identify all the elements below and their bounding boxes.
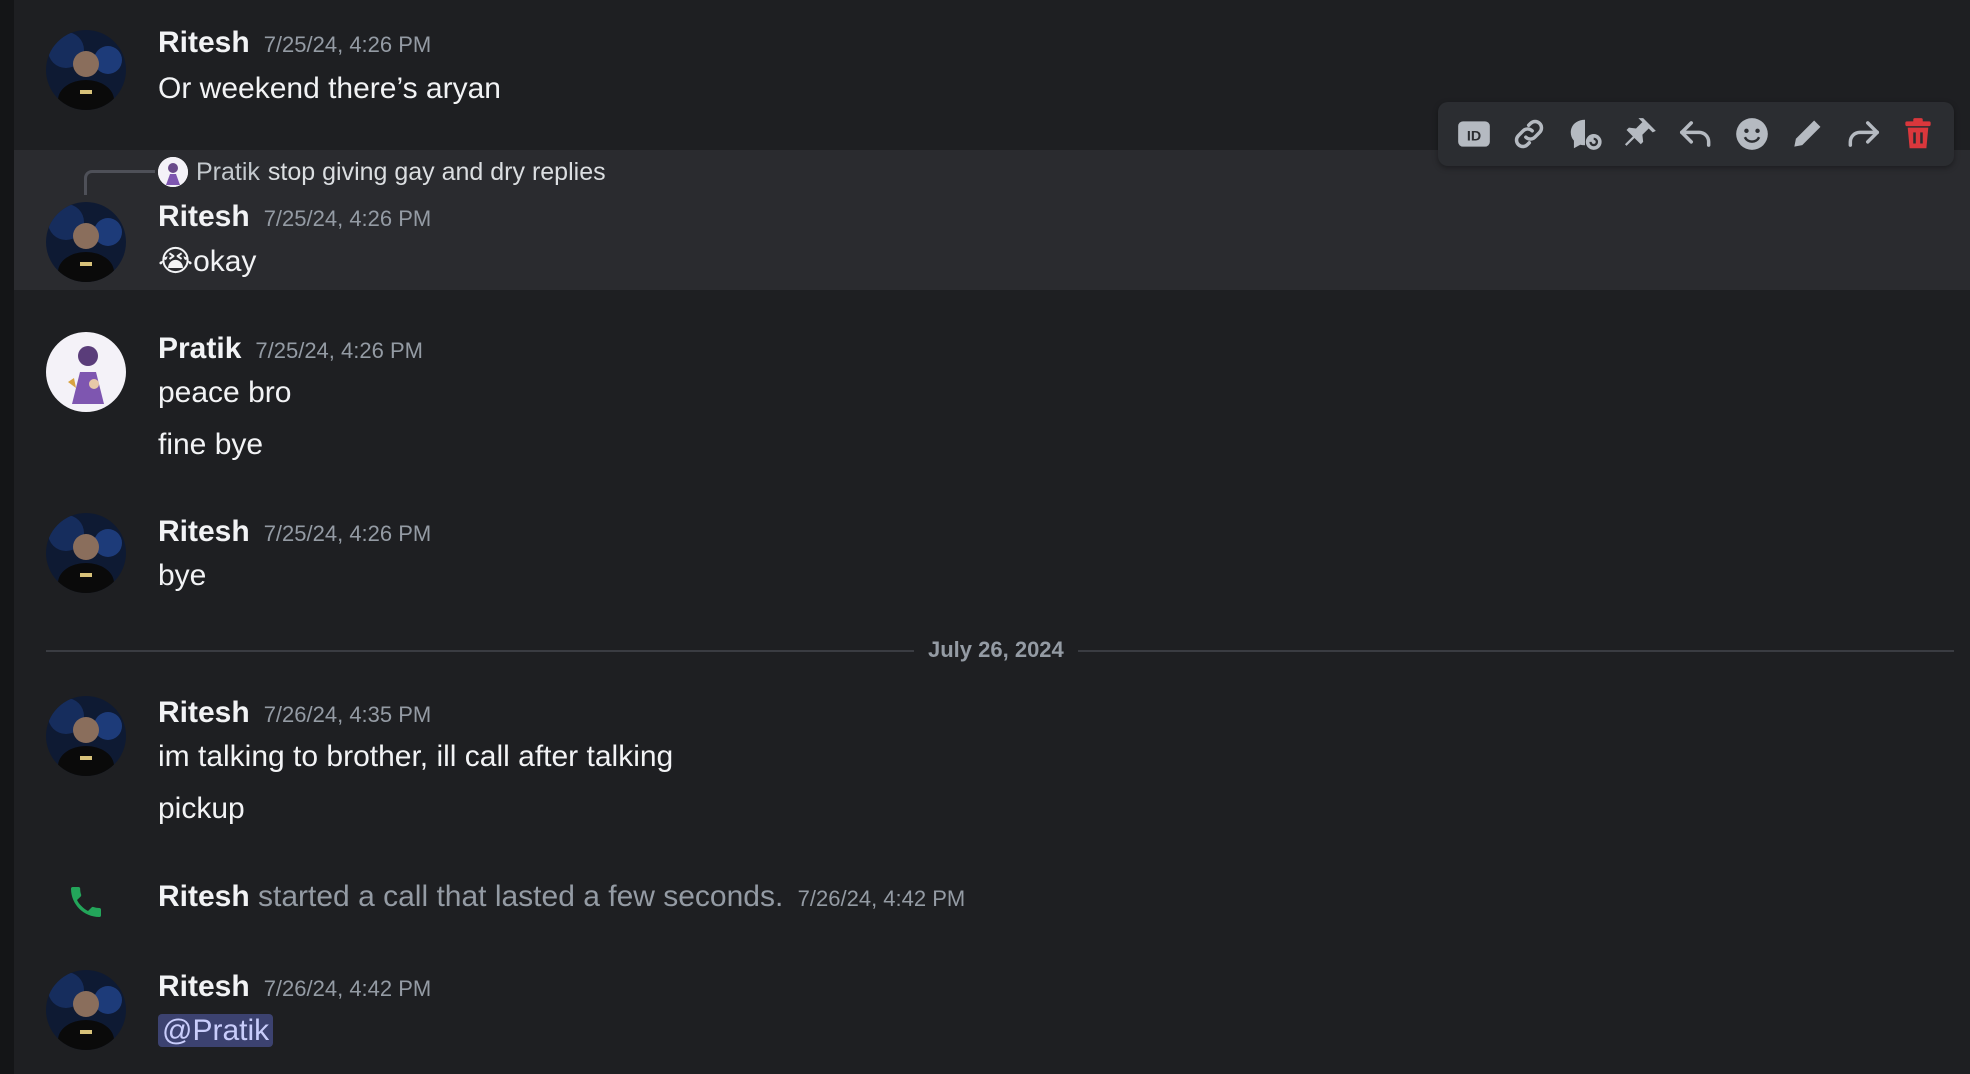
forward-button[interactable] — [1835, 106, 1891, 162]
message[interactable]: Ritesh 7/26/24, 4:42 PM @Pratik — [14, 962, 1970, 1072]
call-system-message[interactable]: Ritesh started a call that lasted a few … — [14, 870, 1970, 930]
svg-text:ID: ID — [1467, 128, 1481, 144]
pin-icon — [1625, 118, 1657, 146]
reply-connector — [84, 170, 155, 195]
delete-icon — [1905, 118, 1931, 149]
avatar-pratik[interactable] — [46, 332, 126, 412]
message-text: fine bye — [158, 428, 264, 461]
author-name[interactable]: Ritesh 7/25/24, 4:26 PM — [158, 515, 431, 549]
author-name[interactable]: Ritesh 7/26/24, 4:35 PM — [158, 696, 431, 730]
add-reaction-button[interactable] — [1724, 106, 1780, 162]
edit-button[interactable] — [1779, 106, 1835, 162]
message-text: pickup — [158, 792, 245, 825]
id-icon: ID — [1457, 121, 1490, 147]
message-text: bye — [158, 559, 207, 592]
avatar-ritesh[interactable] — [46, 30, 126, 110]
call-description: started a call that lasted a few seconds… — [258, 880, 784, 913]
thread-icon — [1570, 119, 1602, 150]
author-name[interactable]: Ritesh 7/25/24, 4:26 PM — [158, 26, 431, 60]
message-timestamp: 7/25/24, 4:26 PM — [263, 32, 432, 57]
delete-button[interactable] — [1891, 106, 1947, 162]
user-mention[interactable]: @Pratik — [158, 1014, 274, 1047]
copy-id-button[interactable]: ID — [1446, 106, 1502, 162]
crying-emoji: 😭 — [158, 245, 194, 278]
message-text: im talking to brother, ill call after ta… — [158, 740, 674, 773]
avatar-ritesh[interactable] — [46, 696, 126, 776]
reply-author[interactable]: Pratik — [196, 158, 260, 187]
message-list: Ritesh 7/25/24, 4:26 PM Or weekend there’… — [14, 0, 1970, 1074]
message-actions-toolbar: ID — [1438, 102, 1954, 166]
message-timestamp: 7/26/24, 4:35 PM — [263, 702, 432, 727]
author-name[interactable]: Pratik 7/25/24, 4:26 PM — [158, 332, 423, 366]
phone-icon — [66, 882, 106, 922]
reply-text: stop giving gay and dry replies — [267, 157, 606, 186]
reply-avatar-pratik — [158, 157, 188, 187]
link-icon — [1515, 119, 1544, 149]
avatar-ritesh[interactable] — [46, 513, 126, 593]
message-timestamp: 7/25/24, 4:26 PM — [263, 206, 432, 231]
call-timestamp: 7/26/24, 4:42 PM — [797, 886, 966, 911]
author-name[interactable]: Ritesh 7/25/24, 4:26 PM — [158, 200, 431, 234]
pin-message-button[interactable] — [1613, 106, 1669, 162]
author-name[interactable]: Ritesh 7/26/24, 4:42 PM — [158, 970, 431, 1004]
edit-icon — [1794, 120, 1821, 147]
message-hovered[interactable]: Pratik stop giving gay and dry replies R… — [14, 150, 1970, 290]
copy-link-button[interactable] — [1502, 106, 1558, 162]
avatar-ritesh[interactable] — [46, 970, 126, 1050]
message[interactable]: Ritesh 7/26/24, 4:35 PM im talking to bro… — [14, 688, 1970, 838]
message[interactable]: Pratik 7/25/24, 4:26 PM peace bro fine by… — [14, 320, 1970, 480]
message-text: Or weekend there’s aryan — [158, 72, 501, 105]
message-text: peace bro — [158, 376, 292, 409]
reply-icon — [1680, 121, 1711, 147]
forward-icon — [1848, 121, 1879, 147]
message[interactable]: Ritesh 7/25/24, 4:26 PM bye — [14, 505, 1970, 605]
create-thread-button[interactable] — [1557, 106, 1613, 162]
message-timestamp: 7/26/24, 4:42 PM — [263, 976, 432, 1001]
channel-left-edge — [0, 0, 14, 1074]
message-text: 😭okay — [158, 245, 257, 278]
reply-preview[interactable]: Pratik stop giving gay and dry replies — [158, 155, 606, 189]
message-timestamp: 7/25/24, 4:26 PM — [263, 521, 432, 546]
reply-button[interactable] — [1668, 106, 1724, 162]
message-text: @Pratik — [158, 1014, 274, 1048]
call-author[interactable]: Ritesh — [158, 880, 250, 913]
emoji-icon — [1735, 118, 1768, 150]
date-divider-label: July 26, 2024 — [914, 637, 1078, 663]
message-timestamp: 7/25/24, 4:26 PM — [255, 338, 423, 363]
avatar-ritesh[interactable] — [46, 202, 126, 282]
